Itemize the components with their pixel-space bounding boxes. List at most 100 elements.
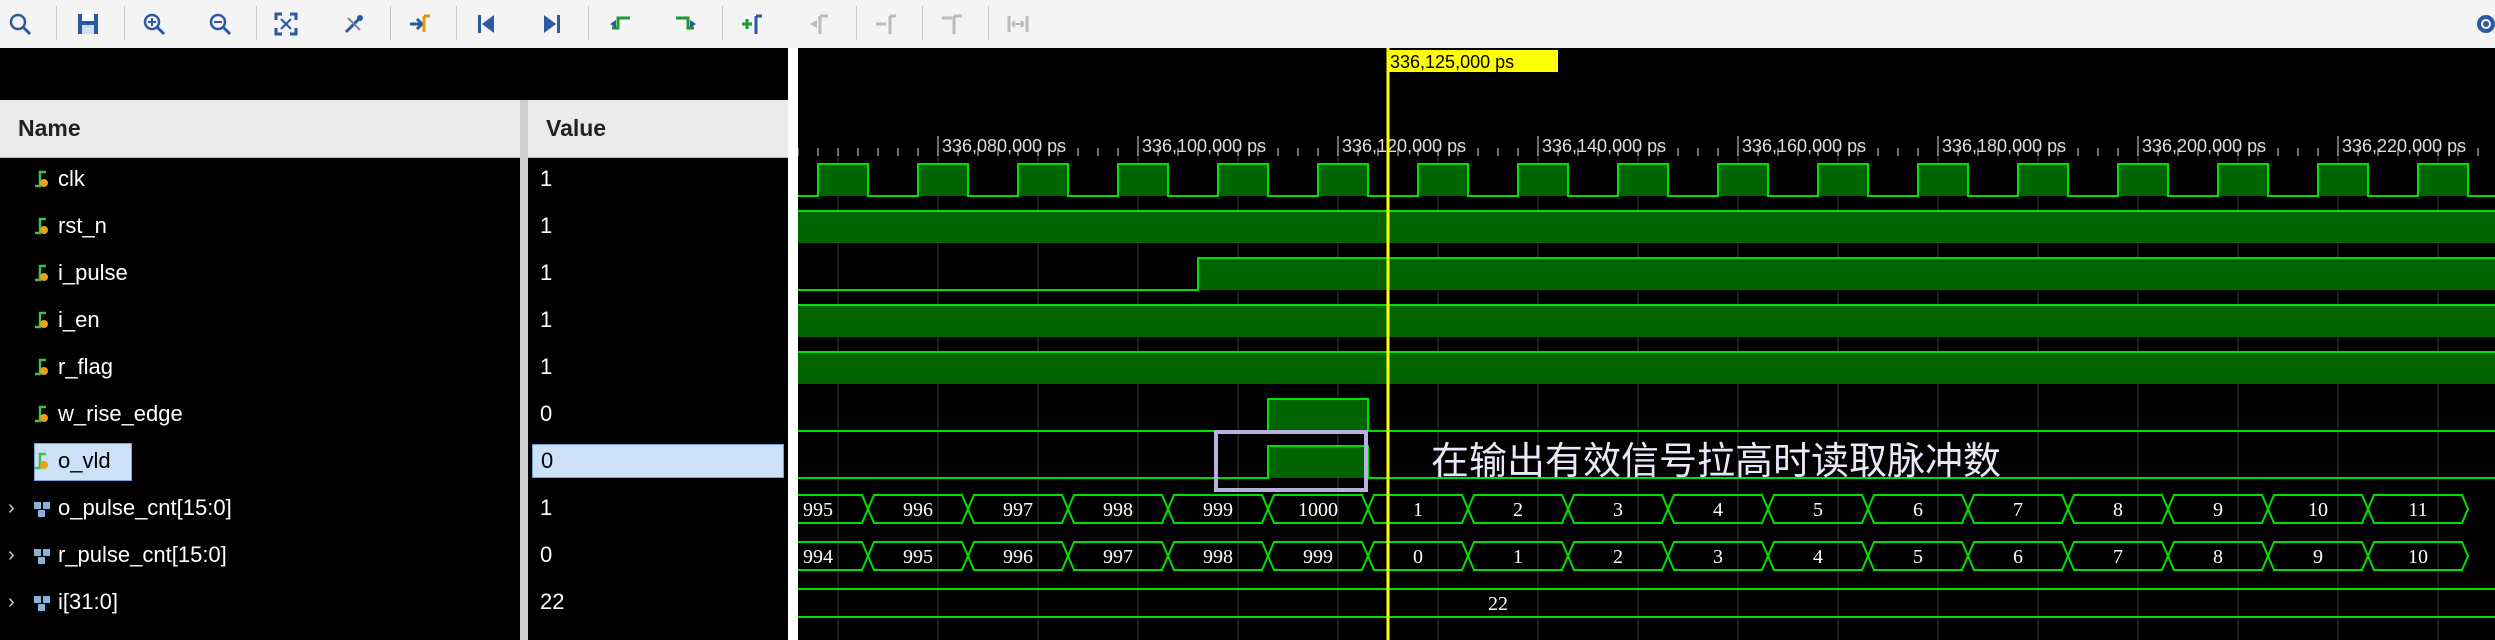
signal-row[interactable]: › r_pulse_cnt[15:0] 0 (0, 532, 788, 579)
bus-value-label: 998 (1103, 499, 1133, 521)
toolbar-separator (456, 6, 457, 40)
ruler-tick-label: 336,220,000 ps (2342, 136, 2466, 156)
toolbar-separator (588, 6, 589, 40)
bit-signal-icon (35, 358, 48, 376)
ruler-tick-label: 336,200,000 ps (2142, 136, 2266, 156)
bus-value-label: 3 (1613, 499, 1623, 521)
bit-signal-icon (35, 217, 48, 235)
bus-value-label: 5 (1813, 499, 1823, 521)
value-column-header[interactable]: Value (528, 100, 788, 158)
high-fill (1198, 258, 2495, 290)
signal-row[interactable]: › o_pulse_cnt[15:0] 1 (0, 485, 788, 532)
signal-name: o_vld (58, 448, 111, 473)
bus-value-label: 5 (1913, 546, 1923, 568)
bus-value-label: 994 (803, 546, 833, 568)
high-fill (1268, 446, 1368, 478)
high-fill (798, 352, 2495, 384)
bus-value-label: 1 (1513, 546, 1523, 568)
bus-value-label: 8 (2213, 546, 2223, 568)
signal-row[interactable]: w_rise_edge 0 (0, 391, 788, 438)
cursor-snap-icon[interactable] (336, 6, 372, 42)
next-marker-icon[interactable] (868, 6, 904, 42)
signal-value: 1 (540, 260, 553, 285)
bus-signal-icon (34, 549, 50, 564)
zoom-fit-icon[interactable] (268, 6, 304, 42)
expand-chevron-icon[interactable]: › (8, 497, 15, 520)
high-fill (1318, 164, 1368, 196)
signal-name: i[31:0] (58, 589, 118, 614)
signal-row[interactable]: r_flag 1 (0, 344, 788, 391)
zoom-in-icon[interactable] (136, 6, 172, 42)
waveform-canvas[interactable]: 336,080,000 ps 336,100,000 ps 336,120,000 … (798, 48, 2495, 640)
waveform-pane[interactable]: 336,080,000 ps 336,100,000 ps 336,120,000 … (798, 48, 2495, 640)
bus-value-label: 0 (1413, 546, 1423, 568)
signal-value: 1 (540, 166, 553, 191)
add-marker-icon[interactable] (734, 6, 770, 42)
settings-gear-icon[interactable] (2468, 6, 2495, 42)
high-fill (1018, 164, 1068, 196)
fix-cursor-icon[interactable] (1000, 6, 1036, 42)
signal-row[interactable]: o_vld 0 (0, 438, 788, 485)
bus-signal-icon (34, 502, 50, 517)
expand-chevron-icon[interactable]: › (8, 544, 15, 567)
bit-wave-0 (798, 163, 2495, 197)
zoom-out-icon[interactable] (202, 6, 238, 42)
bus-value-label: 4 (1713, 499, 1723, 521)
previous-marker-icon[interactable] (802, 6, 838, 42)
bit-signal-icon (35, 170, 48, 188)
signal-row[interactable]: clk 1 (0, 156, 788, 203)
high-fill (2018, 164, 2068, 196)
bit-signal-icon (35, 405, 48, 423)
name-column-header[interactable]: Name (0, 100, 520, 158)
bit-signal-icon (35, 311, 48, 329)
bus-value-label: 11 (2408, 499, 2427, 521)
bus-value-label: 3 (1713, 546, 1723, 568)
signal-value: 0 (532, 444, 784, 478)
bus-value-label: 9 (2313, 546, 2323, 568)
signal-value: 1 (540, 213, 553, 238)
signal-row[interactable]: rst_n 1 (0, 203, 788, 250)
toolbar-separator (124, 6, 125, 40)
toolbar (0, 0, 2495, 49)
bus-value-label: 996 (1003, 546, 1033, 568)
high-fill (1718, 164, 1768, 196)
high-fill (2218, 164, 2268, 196)
signal-row[interactable]: i_en 1 (0, 297, 788, 344)
toolbar-separator (390, 6, 391, 40)
bus-value-label: 7 (2013, 499, 2023, 521)
high-fill (798, 211, 2495, 243)
signal-row[interactable]: i_pulse 1 (0, 250, 788, 297)
bus-value-label: 8 (2113, 499, 2123, 521)
expand-chevron-icon[interactable]: › (8, 591, 15, 614)
toolbar-separator (856, 6, 857, 40)
bit-wave-2 (798, 257, 2495, 291)
signal-name: o_pulse_cnt[15:0] (58, 495, 232, 520)
signal-value: 1 (540, 307, 553, 332)
swap-cursors-icon[interactable] (934, 6, 970, 42)
toolbar-separator (56, 6, 57, 40)
bus-value-label: 10 (2408, 546, 2428, 568)
go-to-end-icon[interactable] (534, 6, 570, 42)
bus-value-label: 995 (903, 546, 933, 568)
bus-value-label: 4 (1813, 546, 1823, 568)
signal-value: 1 (540, 495, 553, 520)
bit-signal-icon (35, 452, 48, 470)
go-to-cursor-icon[interactable] (402, 6, 438, 42)
signal-list-top-spacer (0, 48, 788, 100)
bus-value-label: 996 (903, 499, 933, 521)
next-transition-icon[interactable] (668, 6, 704, 42)
ruler-tick-label: 336,180,000 ps (1942, 136, 2066, 156)
bus-value-label: 2 (1613, 546, 1623, 568)
go-to-start-icon[interactable] (468, 6, 504, 42)
save-icon[interactable] (70, 6, 106, 42)
high-fill (2418, 164, 2468, 196)
search-icon[interactable] (2, 6, 38, 42)
previous-transition-icon[interactable] (602, 6, 638, 42)
ruler-tick-label: 336,100,000 ps (1142, 136, 1266, 156)
bus-value-label: 1 (1413, 499, 1423, 521)
signal-list-pane: Name Value clk 1 rst_n 1 i_pulse 1 i_en 1 r_flag… (0, 48, 788, 640)
pane-splitter[interactable] (788, 48, 798, 640)
signal-row[interactable]: › i[31:0] 22 (0, 579, 788, 626)
bus-wave-7: 995 996 997 998 999 1000 1 2 3 4 5 6 7 8 9 10 11 (798, 494, 2470, 524)
high-fill (798, 305, 2495, 337)
